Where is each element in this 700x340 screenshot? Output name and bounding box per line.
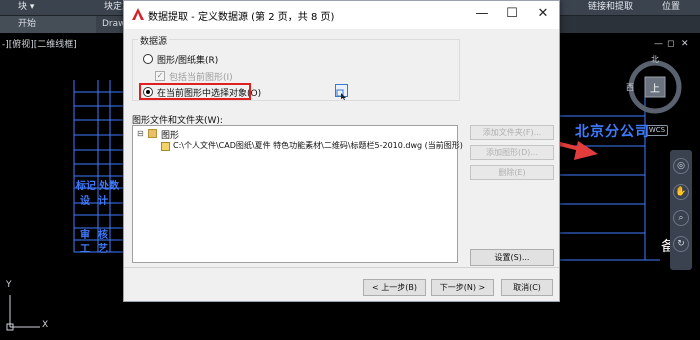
add-drawings-button[interactable]: 添加图形(D)...	[470, 145, 554, 160]
sheet-set-radio[interactable]	[143, 54, 153, 64]
cad-title-text: 北京分公司	[575, 124, 650, 140]
table-label-process-1: 工	[80, 244, 90, 255]
orbit-icon[interactable]: ↻	[673, 236, 689, 252]
files-tree[interactable]: ⊟ 图形 C:\个人文件\CAD图纸\夏件 特色功能素材\二维码\标题栏5-20…	[132, 125, 463, 263]
data-extraction-dialog: 数据提取 - 定义数据源 (第 2 页，共 8 页) — ☐ ✕ 数据源 图形/…	[123, 0, 560, 302]
compass-north: 北	[651, 55, 659, 64]
dwg-file-icon	[161, 142, 170, 151]
footer-separator	[124, 267, 559, 268]
table-label-design-2: 计	[98, 196, 108, 207]
drawing-folder-icon	[148, 129, 157, 138]
table-label-process-2: 艺	[98, 244, 108, 255]
tree-file[interactable]: C:\个人文件\CAD图纸\夏件 特色功能素材\二维码\标题栏5-2010.dw…	[173, 140, 463, 151]
tree-collapse-icon[interactable]: ⊟	[137, 129, 144, 138]
remove-button[interactable]: 删除(E)	[470, 165, 554, 180]
navigation-bar: ◎ ✋ ⌕ ↻	[670, 150, 692, 270]
autocad-window: 块 ▾ 块定义 链接和提取 位置 开始 Drawin -][俯视][二维线框] …	[0, 0, 700, 340]
table-label-count: 处数	[99, 181, 119, 192]
table-label-mark: 标记	[76, 181, 96, 192]
table-label-review-1: 审	[80, 230, 90, 241]
table-label-review-2: 核	[98, 230, 108, 241]
add-folder-button[interactable]: 添加文件夹(F)...	[470, 125, 554, 140]
compass-west: 西	[626, 83, 634, 92]
close-button[interactable]: ✕	[528, 1, 558, 29]
pan-icon[interactable]: ✋	[673, 184, 689, 200]
settings-button[interactable]: 设置(S)...	[470, 249, 554, 266]
ucs-axis-x: X	[42, 320, 49, 330]
select-objects-icon[interactable]	[335, 84, 348, 100]
table-label-design-1: 设	[80, 196, 90, 207]
data-source-label: 数据源	[138, 34, 170, 47]
dialog-title-bar[interactable]: 数据提取 - 定义数据源 (第 2 页，共 8 页) — ☐ ✕	[124, 1, 559, 29]
cancel-button[interactable]: 取消(C)	[501, 279, 553, 296]
back-button[interactable]: < 上一步(B)	[363, 279, 426, 296]
highlight-box	[139, 83, 251, 100]
steering-wheel-icon[interactable]: ◎	[673, 158, 689, 174]
compass-center: 上	[650, 84, 660, 95]
include-current-label[interactable]: 包括当前图形(I)	[169, 70, 233, 83]
dialog-title: 数据提取 - 定义数据源 (第 2 页，共 8 页)	[148, 12, 335, 23]
sheet-set-label[interactable]: 图形/图纸集(R)	[157, 53, 218, 66]
zoom-icon[interactable]: ⌕	[673, 210, 689, 226]
include-current-checkbox[interactable]: ✓	[155, 71, 165, 81]
minimize-button[interactable]: —	[467, 1, 497, 29]
autocad-logo-icon	[132, 8, 144, 20]
dialog-body: 数据源 图形/图纸集(R) ✓ 包括当前图形(I) 在当前图形中选择对象(O) …	[124, 29, 559, 301]
next-button[interactable]: 下一步(N) >	[431, 279, 494, 296]
ucs-axis-y: Y	[6, 280, 12, 290]
maximize-button[interactable]: ☐	[497, 1, 527, 29]
